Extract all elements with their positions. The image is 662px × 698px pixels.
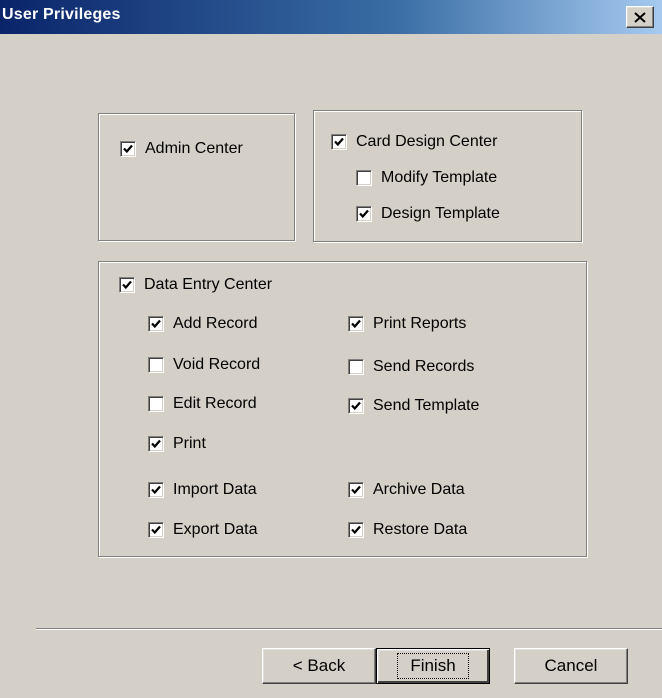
check-icon <box>122 280 132 290</box>
admin-center-label: Admin Center <box>145 140 243 157</box>
finish-button[interactable]: Finish <box>376 648 490 684</box>
import-data-label: Import Data <box>173 481 257 498</box>
modify-template-label: Modify Template <box>381 169 498 186</box>
checkbox-box <box>348 398 364 414</box>
window-title: User Privileges <box>2 6 121 23</box>
close-button[interactable] <box>626 6 654 28</box>
checkbox-box <box>348 359 364 375</box>
checkbox-box <box>356 206 372 222</box>
import-data-checkbox[interactable]: Import Data <box>148 479 257 501</box>
admin-center-group <box>98 113 295 241</box>
modify-template-checkbox[interactable]: Modify Template <box>356 167 497 189</box>
checkbox-box <box>348 522 364 538</box>
checkbox-box <box>348 316 364 332</box>
checkbox-box <box>148 316 164 332</box>
design-template-checkbox[interactable]: Design Template <box>356 203 500 225</box>
edit-record-checkbox[interactable]: Edit Record <box>148 393 257 415</box>
send-template-label: Send Template <box>373 397 480 414</box>
check-icon <box>351 525 361 535</box>
send-records-label: Send Records <box>373 358 475 375</box>
edit-record-label: Edit Record <box>173 395 257 412</box>
close-icon <box>634 11 646 23</box>
checkbox-box <box>148 396 164 412</box>
print-reports-checkbox[interactable]: Print Reports <box>348 313 466 335</box>
archive-data-checkbox[interactable]: Archive Data <box>348 479 465 501</box>
restore-data-checkbox[interactable]: Restore Data <box>348 519 467 541</box>
check-icon <box>151 525 161 535</box>
check-icon <box>151 319 161 329</box>
checkbox-box <box>356 170 372 186</box>
export-data-label: Export Data <box>173 521 258 538</box>
checkbox-box <box>148 436 164 452</box>
print-label: Print <box>173 435 206 452</box>
check-icon <box>351 319 361 329</box>
checkbox-box <box>148 522 164 538</box>
add-record-checkbox[interactable]: Add Record <box>148 313 258 335</box>
user-privileges-dialog: User Privileges Admin Center Card Design… <box>0 0 662 698</box>
cancel-button[interactable]: Cancel <box>514 648 628 684</box>
void-record-checkbox[interactable]: Void Record <box>148 354 260 376</box>
data-entry-center-checkbox[interactable]: Data Entry Center <box>119 274 272 296</box>
add-record-label: Add Record <box>173 315 258 332</box>
check-icon <box>151 439 161 449</box>
archive-data-label: Archive Data <box>373 481 465 498</box>
print-checkbox[interactable]: Print <box>148 433 206 455</box>
checkbox-box <box>120 141 136 157</box>
checkbox-box <box>119 277 135 293</box>
export-data-checkbox[interactable]: Export Data <box>148 519 257 541</box>
separator-highlight <box>36 629 662 630</box>
checkbox-box <box>148 357 164 373</box>
finish-button-label: Finish <box>397 653 469 679</box>
restore-data-label: Restore Data <box>373 521 468 538</box>
data-entry-center-label: Data Entry Center <box>144 276 273 293</box>
title-bar: User Privileges <box>0 0 662 34</box>
check-icon <box>351 401 361 411</box>
check-icon <box>359 209 369 219</box>
check-icon <box>123 144 133 154</box>
check-icon <box>351 485 361 495</box>
card-design-center-checkbox[interactable]: Card Design Center <box>331 131 497 153</box>
card-design-center-label: Card Design Center <box>356 133 498 150</box>
back-button-label: < Back <box>292 656 346 675</box>
check-icon <box>151 485 161 495</box>
cancel-button-label: Cancel <box>544 656 598 675</box>
send-records-checkbox[interactable]: Send Records <box>348 356 474 378</box>
void-record-label: Void Record <box>173 356 261 373</box>
check-icon <box>334 137 344 147</box>
design-template-label: Design Template <box>381 205 500 222</box>
checkbox-box <box>331 134 347 150</box>
checkbox-box <box>348 482 364 498</box>
send-template-checkbox[interactable]: Send Template <box>348 395 479 417</box>
checkbox-box <box>148 482 164 498</box>
admin-center-checkbox[interactable]: Admin Center <box>120 138 243 160</box>
print-reports-label: Print Reports <box>373 315 467 332</box>
back-button[interactable]: < Back <box>262 648 376 684</box>
